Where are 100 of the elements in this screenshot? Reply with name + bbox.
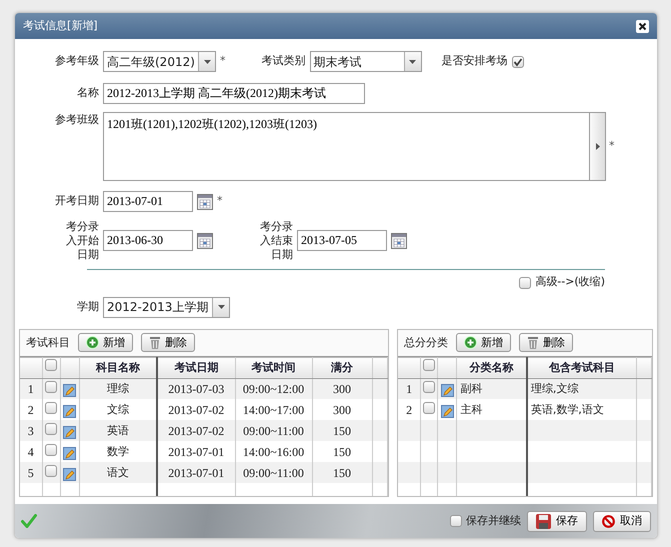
cancel-button[interactable]: 取消 — [593, 510, 651, 532]
table-cell: 300 — [333, 402, 351, 417]
delete-button[interactable]: 删除 — [141, 333, 195, 352]
field-label: 学期 — [76, 299, 99, 315]
table-cell: 150 — [333, 424, 351, 438]
table-cell: 英语,数学,语文 — [530, 402, 604, 416]
edit-icon — [63, 384, 76, 397]
caret-icon — [204, 60, 210, 64]
field-label: 参考年级 — [54, 53, 99, 70]
required-mark: * — [217, 193, 222, 210]
table-cell: 300 — [333, 382, 351, 396]
table-cell: 2013-07-01 — [168, 444, 224, 459]
table-cell: 09:00~11:00 — [243, 466, 304, 480]
column-header: 满分 — [331, 360, 353, 374]
date-field[interactable]: 2013-06-30 — [103, 230, 193, 252]
table-cell: 英语 — [106, 424, 129, 436]
row-checkbox[interactable] — [45, 402, 57, 414]
row-checkbox[interactable] — [45, 444, 57, 456]
save-continue-label[interactable]: 保存并继续 — [466, 512, 521, 530]
checkmark-icon — [21, 514, 37, 528]
calendar-icon — [391, 232, 407, 249]
field-label: 考试类别 — [260, 53, 306, 70]
panel-title: 总分分类 — [404, 334, 448, 350]
checkbox[interactable] — [519, 276, 532, 288]
panel-title: 考试科目 — [26, 334, 70, 350]
table-cell: 文综 — [106, 402, 129, 416]
table-cell: 2013-07-02 — [168, 402, 224, 417]
edit-icon — [440, 384, 454, 397]
advanced-toggle-label[interactable]: 高级-->(收缩) — [535, 274, 605, 291]
column-header: 考试时间 — [252, 360, 296, 374]
edit-icon — [63, 446, 76, 460]
field-label: 考分录入开始日期 — [65, 220, 99, 262]
trash-icon — [149, 336, 161, 350]
table-cell: 2013-07-01 — [168, 466, 224, 480]
table-cell: 14:00~16:00 — [242, 444, 304, 459]
calendar-icon — [197, 232, 213, 249]
row-checkbox[interactable] — [423, 381, 436, 393]
table-cell: 09:00~11:00 — [243, 424, 304, 438]
table-cell: 2013-07-03 — [168, 382, 224, 396]
checkbox[interactable] — [512, 56, 524, 68]
caret-icon — [409, 60, 416, 64]
triangle-icon — [596, 143, 600, 150]
row-number: 3 — [20, 420, 42, 442]
column-header: 包含考试科目 — [549, 360, 616, 374]
delete-button[interactable]: 删除 — [518, 333, 573, 352]
column-header: 考试日期 — [174, 360, 218, 374]
add-button[interactable]: 新增 — [456, 333, 511, 352]
row-checkbox[interactable] — [45, 381, 57, 393]
table-cell: 14:00~17:00 — [242, 402, 304, 417]
field-label: 名称 — [76, 85, 99, 102]
column-header: 分类名称 — [470, 360, 514, 374]
plus-icon — [464, 336, 477, 350]
table-cell: 数学 — [106, 444, 129, 458]
table-cell: 副科 — [460, 382, 482, 395]
field-label: 开考日期 — [54, 193, 99, 210]
date-field[interactable]: 2013-07-05 — [297, 230, 387, 252]
classes-field[interactable]: 1201班(1201),1202班(1202),1203班(1203) — [103, 112, 590, 181]
plus-icon — [86, 336, 99, 350]
edit-icon — [440, 404, 454, 418]
save-button[interactable]: 保存 — [527, 510, 587, 532]
name-field[interactable]: 2012-2013上学期 高二年级(2012)期末考试 — [103, 83, 365, 104]
required-mark: * — [609, 138, 614, 154]
table-cell: 理综 — [106, 382, 129, 395]
table-cell: 150 — [333, 444, 351, 459]
edit-icon — [63, 404, 76, 418]
row-checkbox[interactable] — [45, 422, 57, 435]
exam-type-dropdown[interactable]: 期末考试 — [310, 51, 422, 72]
add-button[interactable]: 新增 — [78, 333, 133, 352]
table-cell: 2013-07-02 — [168, 424, 224, 438]
row-number: 1 — [20, 378, 42, 400]
window-title: 考试信息[新增] — [23, 18, 98, 34]
edit-icon — [63, 426, 76, 438]
field-label: 是否安排考场 — [442, 53, 508, 70]
table-cell: 主科 — [460, 402, 482, 416]
column-header: 科目名称 — [96, 360, 140, 374]
calendar-icon — [197, 194, 213, 210]
select-all-checkbox[interactable] — [423, 359, 436, 371]
date-field[interactable]: 2013-07-01 — [103, 191, 193, 212]
field-label: 考分录入结束日期 — [259, 220, 293, 262]
close-icon[interactable] — [636, 20, 649, 32]
edit-icon — [63, 468, 76, 480]
table-cell: 150 — [333, 466, 351, 480]
checkbox[interactable] — [450, 515, 462, 527]
grade-dropdown[interactable]: 高二年级(2012) — [103, 51, 216, 72]
table-cell: 09:00~12:00 — [242, 382, 304, 396]
row-checkbox[interactable] — [45, 464, 57, 477]
row-number: 1 — [398, 378, 421, 400]
table-cell: 理综,文综 — [530, 382, 578, 395]
floppy-icon — [536, 514, 551, 528]
cancel-icon — [602, 514, 615, 528]
caret-icon — [218, 305, 224, 310]
picker-button[interactable] — [590, 112, 606, 181]
row-checkbox[interactable] — [423, 402, 436, 414]
row-number: 5 — [20, 462, 42, 484]
required-mark: * — [220, 53, 226, 70]
select-all-checkbox[interactable] — [45, 359, 57, 371]
table-cell: 语文 — [106, 466, 129, 478]
field-label: 参考班级 — [54, 112, 99, 128]
trash-icon — [526, 336, 539, 350]
term-dropdown[interactable]: 2012-2013上学期 — [103, 296, 230, 318]
